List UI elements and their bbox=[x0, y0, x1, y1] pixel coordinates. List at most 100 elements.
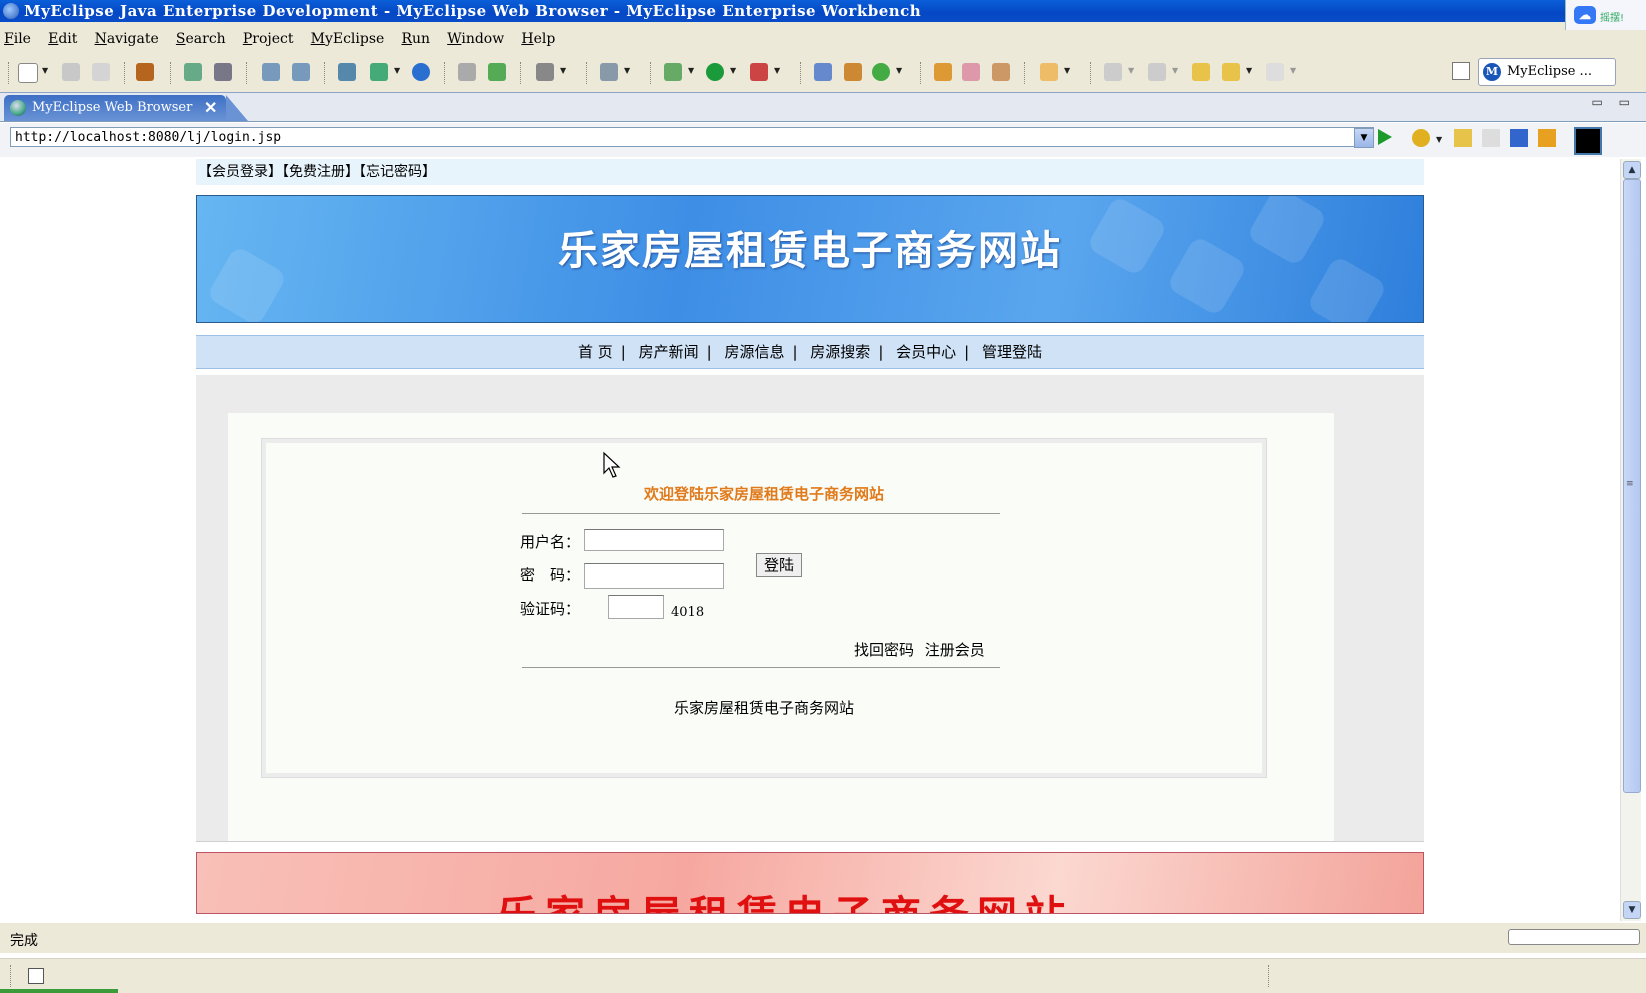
external-dropdown-icon[interactable]: ▼ bbox=[774, 66, 780, 75]
toolbar-separator bbox=[650, 62, 653, 84]
back-icon[interactable] bbox=[1454, 129, 1472, 147]
stop-icon[interactable] bbox=[1510, 129, 1528, 147]
forward-dropdown-icon[interactable]: ▼ bbox=[1290, 66, 1296, 75]
debug-dropdown-icon[interactable]: ▼ bbox=[688, 66, 694, 75]
next-annotation-icon[interactable] bbox=[1104, 63, 1122, 81]
login-box: 欢迎登陆乐家房屋租赁电子商务网站 用户名： 密 码： 验证码： 4018 登陆 … bbox=[261, 438, 1267, 778]
console-icon[interactable] bbox=[1574, 127, 1602, 155]
password-input[interactable] bbox=[584, 563, 724, 589]
nav-listings[interactable]: 房源信息 bbox=[724, 343, 784, 361]
nav-home[interactable]: 首 页 bbox=[578, 343, 613, 361]
menu-edit[interactable]: Edit bbox=[48, 28, 77, 50]
save-icon[interactable] bbox=[62, 63, 80, 81]
nav-admin-login[interactable]: 管理登陆 bbox=[982, 343, 1042, 361]
toolbar-separator bbox=[8, 62, 11, 84]
site-nav: 首 页 | 房产新闻 | 房源信息 | 房源搜索 | 会员中心 | 管理登陆 bbox=[196, 335, 1424, 369]
scroll-down-icon[interactable]: ▼ bbox=[1623, 901, 1641, 919]
refresh-dropdown-icon[interactable]: ▼ bbox=[896, 66, 902, 75]
nav-member-center[interactable]: 会员中心 bbox=[896, 343, 956, 361]
folder-dropdown-icon[interactable]: ▼ bbox=[1064, 66, 1070, 75]
menu-help[interactable]: Help bbox=[521, 28, 555, 50]
camera-dropdown-icon[interactable]: ▼ bbox=[560, 66, 566, 75]
last-edit-icon[interactable] bbox=[1192, 63, 1210, 81]
menu-project[interactable]: Project bbox=[243, 28, 294, 50]
open-type-icon[interactable] bbox=[934, 63, 952, 81]
server-icon[interactable] bbox=[338, 63, 356, 81]
tab-web-browser[interactable]: MyEclipse Web Browser ✕ bbox=[4, 95, 248, 121]
browser-status-row: 完成 bbox=[0, 923, 1646, 953]
deploy-icon[interactable] bbox=[214, 63, 232, 81]
camera-icon[interactable] bbox=[536, 63, 554, 81]
external-tools-icon[interactable] bbox=[750, 63, 768, 81]
scroll-up-icon[interactable]: ▲ bbox=[1623, 161, 1641, 179]
login-links: 找回密码 注册会员 bbox=[854, 639, 985, 660]
server-dropdown-icon[interactable]: ▼ bbox=[394, 66, 400, 75]
register-link[interactable]: 注册会员 bbox=[925, 641, 985, 659]
open-folder-icon[interactable] bbox=[992, 63, 1010, 81]
find-password-link[interactable]: 找回密码 bbox=[854, 641, 914, 659]
nav-search[interactable]: 房源搜索 bbox=[810, 343, 870, 361]
toolbar-separator bbox=[1024, 62, 1027, 84]
debug-icon[interactable] bbox=[664, 63, 682, 81]
menu-navigate[interactable]: Navigate bbox=[95, 28, 159, 50]
favorites-dropdown-icon[interactable]: ▼ bbox=[1436, 135, 1442, 144]
db-icon[interactable] bbox=[458, 63, 476, 81]
go-icon[interactable] bbox=[1378, 129, 1392, 145]
refresh-icon[interactable] bbox=[1538, 129, 1556, 147]
print-icon[interactable] bbox=[92, 63, 110, 81]
nav-separator: | bbox=[792, 343, 798, 361]
forward-icon[interactable] bbox=[1266, 63, 1284, 81]
forward-icon[interactable] bbox=[1482, 129, 1500, 147]
vertical-scrollbar[interactable]: ▲ ≡ ▼ bbox=[1620, 159, 1641, 921]
folder-icon[interactable] bbox=[1040, 63, 1058, 81]
globe-icon[interactable] bbox=[412, 63, 430, 81]
cloud-icon[interactable]: ☁ bbox=[1574, 6, 1596, 24]
view-controls[interactable]: ▭ ▭ bbox=[1592, 95, 1637, 109]
menu-window[interactable]: Window bbox=[447, 28, 504, 50]
web-page: 【会员登录】【免费注册】【忘记密码】 乐家房屋租赁电子商务网站 首 页 | 房产新… bbox=[196, 159, 1424, 914]
menu-run[interactable]: Run bbox=[401, 28, 430, 50]
close-icon[interactable]: ✕ bbox=[204, 95, 217, 121]
nav-separator: | bbox=[964, 343, 970, 361]
login-button[interactable]: 登陆 bbox=[756, 553, 802, 577]
back-dropdown-icon[interactable]: ▼ bbox=[1246, 66, 1252, 75]
new-class-icon[interactable] bbox=[844, 63, 862, 81]
myeclipse-app-icon bbox=[3, 3, 19, 19]
package-icon[interactable] bbox=[136, 63, 154, 81]
build-icon[interactable] bbox=[184, 63, 202, 81]
wizard-icon[interactable] bbox=[600, 63, 618, 81]
prev-annotation-icon[interactable] bbox=[1148, 63, 1166, 81]
new-package-icon[interactable] bbox=[814, 63, 832, 81]
url-history-dropdown[interactable]: ▼ bbox=[1354, 128, 1374, 148]
back-icon[interactable] bbox=[1222, 63, 1240, 81]
refresh-icon[interactable] bbox=[872, 63, 890, 81]
wizard-dropdown-icon[interactable]: ▼ bbox=[624, 66, 630, 75]
window-titlebar: MyEclipse Java Enterprise Development - … bbox=[0, 0, 1646, 30]
fast-view-icon[interactable] bbox=[28, 968, 44, 984]
add-icon[interactable] bbox=[488, 63, 506, 81]
status-separator bbox=[1268, 965, 1270, 987]
ejb-wizard-icon[interactable] bbox=[292, 63, 310, 81]
next-annotation-dropdown-icon[interactable]: ▼ bbox=[1128, 66, 1134, 75]
top-links[interactable]: 【会员登录】【免费注册】【忘记密码】 bbox=[196, 159, 1424, 185]
new-dropdown-icon[interactable]: ▼ bbox=[42, 66, 48, 75]
run-server-icon[interactable] bbox=[370, 63, 388, 81]
url-bar: http://localhost:8080/lj/login.jsp ▼ ▼ bbox=[0, 123, 1646, 157]
tray-widget[interactable]: ☁ 摇摆! bbox=[1565, 0, 1646, 30]
open-perspective-icon[interactable] bbox=[1452, 62, 1470, 80]
perspective-switcher[interactable]: M MyEclipse ... bbox=[1478, 58, 1616, 86]
url-input[interactable]: http://localhost:8080/lj/login.jsp bbox=[10, 127, 1374, 147]
prev-annotation-dropdown-icon[interactable]: ▼ bbox=[1172, 66, 1178, 75]
menu-file[interactable]: File bbox=[4, 28, 31, 50]
nav-news[interactable]: 房产新闻 bbox=[639, 343, 699, 361]
menu-search[interactable]: Search bbox=[176, 28, 226, 50]
menu-myeclipse[interactable]: MyEclipse bbox=[311, 28, 385, 50]
run-icon[interactable] bbox=[706, 63, 724, 81]
new-file-icon[interactable] bbox=[18, 63, 38, 83]
username-input[interactable] bbox=[584, 529, 724, 551]
rocket-icon[interactable] bbox=[962, 63, 980, 81]
web-wizard-icon[interactable] bbox=[262, 63, 280, 81]
favorites-icon[interactable] bbox=[1412, 129, 1430, 147]
run-dropdown-icon[interactable]: ▼ bbox=[730, 66, 736, 75]
captcha-input[interactable] bbox=[608, 595, 664, 619]
